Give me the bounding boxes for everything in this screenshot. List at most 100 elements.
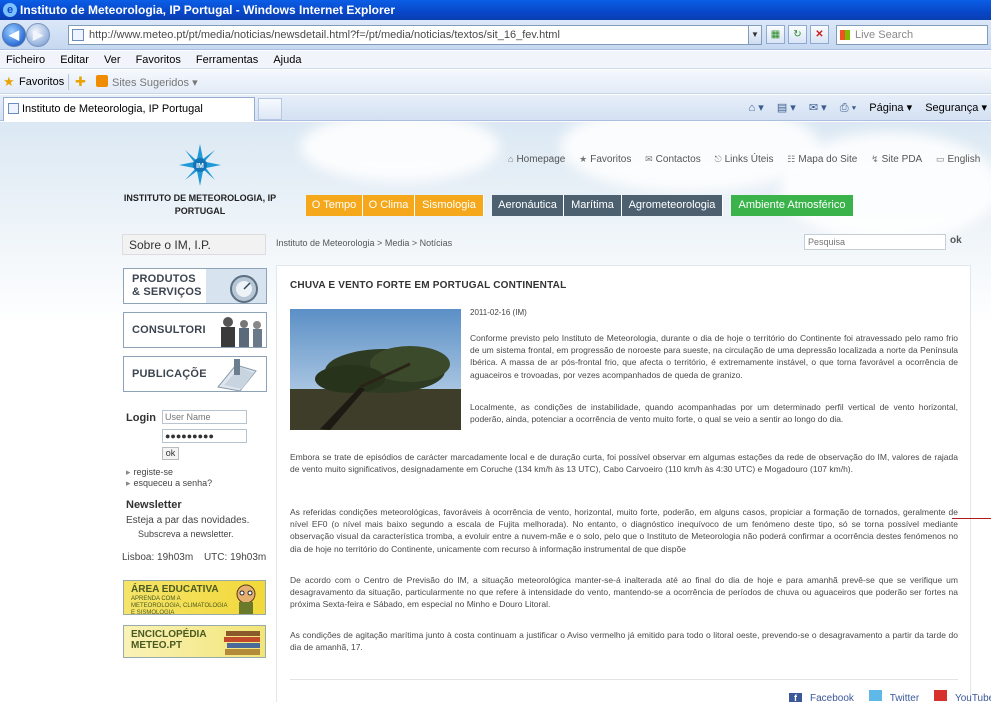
time-display: Lisboa: 19h03m UTC: 19h03m [122,552,268,563]
im-star-icon: IM [179,144,221,186]
useful-links-link[interactable]: ⎋ Links Úteis [714,154,773,165]
english-link[interactable]: ▭ English [936,154,980,165]
enciclopedia-title1: ENCICLOPÉDIA [131,629,207,640]
nav-maritima[interactable]: Marítima [564,195,622,216]
pda-site-label: Site PDA [881,154,923,165]
compatibility-view-icon[interactable]: ▦ [766,25,785,44]
web-page: IM INSTITUTO DE METEOROLOGIA, IP PORTUGA… [0,122,991,702]
im-logo[interactable]: IM INSTITUTO DE METEOROLOGIA, IP PORTUGA… [120,144,280,218]
menu-bar: Ficheiro Editar Ver Favoritos Ferramenta… [0,51,991,69]
forgot-password-link[interactable]: ▸ esqueceu a senha? [126,478,212,489]
home-icon[interactable]: ⌂ ▾ [749,99,764,117]
menu-favorites[interactable]: Favoritos [130,51,187,69]
contacts-label: Contactos [655,154,701,165]
nav-aeronautica[interactable]: Aeronáutica [492,195,564,216]
menu-view[interactable]: Ver [98,51,127,69]
window-title: Instituto de Meteorologia, IP Portugal -… [20,3,396,17]
page-menu[interactable]: Página ▾ [869,99,912,117]
nav-o-tempo[interactable]: O Tempo [306,195,363,216]
register-link[interactable]: ▸ registe-se [126,467,173,478]
favorites-label: Favoritos [590,154,632,165]
tab-meteo[interactable]: Instituto de Meteorologia, IP Portugal [3,97,255,121]
area-educativa-title: ÁREA EDUCATIVA [131,584,219,595]
facebook-link[interactable]: f Facebook [783,693,854,702]
security-menu[interactable]: Segurança ▾ [925,99,987,117]
tab-title: Instituto de Meteorologia, IP Portugal [22,103,203,115]
page-icon [72,29,84,41]
nav-o-clima[interactable]: O Clima [363,195,415,216]
nav-agrometeorologia[interactable]: Agrometeorologia [622,195,723,216]
menu-file[interactable]: Ficheiro [0,51,51,69]
article-title: CHUVA E VENTO FORTE EM PORTUGAL CONTINEN… [290,280,567,291]
home-icon: ⌂ [508,154,514,164]
utc-label: UTC: [203,552,228,563]
enciclopedia-banner[interactable]: ENCICLOPÉDIA METEO.PT [123,625,266,658]
feeds-icon[interactable]: ▤ ▾ [777,99,796,117]
url-text: http://www.meteo.pt/pt/media/noticias/ne… [89,29,560,41]
login-ok-button[interactable]: ok [162,447,179,460]
login-label: Login [126,412,156,424]
favorites-link[interactable]: ★ Favoritos [579,154,631,165]
address-toolbar: ◀ ▶ http://www.meteo.pt/pt/media/noticia… [0,20,991,50]
print-icon[interactable]: ⎙ ▾ [840,99,856,117]
publicacoes-label: PUBLICAÇÕES [132,368,215,380]
forgot-password-label: esqueceu a senha? [133,478,213,488]
favorites-button[interactable]: Favoritos [19,76,64,88]
suggested-sites-icon [96,75,108,87]
arrow-right-icon: ▸ [126,467,131,477]
sitemap-link[interactable]: ☷ Mapa do Site [787,154,857,165]
add-to-favorites-icon[interactable]: ✚ [75,74,86,90]
username-input[interactable] [162,410,247,424]
address-bar[interactable]: http://www.meteo.pt/pt/media/noticias/ne… [68,25,762,45]
envelope-icon: ✉ [645,154,653,164]
contacts-link[interactable]: ✉ Contactos [645,154,701,165]
books-icon [206,357,266,391]
homepage-link[interactable]: ⌂ Homepage [508,154,565,165]
pda-site-link[interactable]: ↯ Site PDA [871,154,922,165]
site-search-input[interactable] [804,234,946,250]
breadcrumb[interactable]: Instituto de Meteorologia > Media > Notí… [276,238,452,248]
mail-icon[interactable]: ✉ ▾ [809,99,827,117]
refresh-icon[interactable]: ↻ [788,25,807,44]
password-input[interactable] [162,429,247,443]
menu-edit[interactable]: Editar [54,51,95,69]
forward-button[interactable]: ▶ [26,23,50,47]
site-search-ok-button[interactable]: ok [950,235,962,246]
svg-text:IM: IM [196,163,204,170]
area-educativa-banner[interactable]: ÁREA EDUCATIVA APRENDA COM A METEOROLOGI… [123,580,266,616]
youtube-link[interactable]: YouTube [928,690,991,702]
sidebar-about-link[interactable]: Sobre o IM, I.P. [122,234,266,255]
favorites-star-icon[interactable]: ★ [3,75,15,88]
new-tab-button[interactable] [258,98,282,120]
suggested-sites-button[interactable]: Sites Sugeridos ▾ [112,76,198,89]
consultoria-button[interactable]: CONSULTORIA [123,312,267,348]
nav-ambiente-atmosferico[interactable]: Ambiente Atmosférico [731,195,854,216]
article-paragraph: Conforme previsto pelo Instituto de Mete… [470,333,958,380]
menu-help[interactable]: Ajuda [267,51,307,69]
produtos-servicos-button[interactable]: PRODUTOS & SERVIÇOS [123,268,267,304]
top-links: ⌂ Homepage ★ Favoritos ✉ Contactos ⎋ Links Ú… [508,154,991,165]
youtube-label: YouTube [954,693,991,702]
newsletter-text: Esteja a par das novidades. [126,515,250,526]
article-panel: CHUVA E VENTO FORTE EM PORTUGAL CONTINEN… [276,265,991,702]
windows-live-icon [840,30,850,40]
address-dropdown-button[interactable]: ▼ [748,25,762,45]
register-label: registe-se [133,467,174,477]
produtos-servicos-label: PRODUTOS & SERVIÇOS [132,273,202,299]
sitemap-label: Mapa do Site [798,154,858,165]
newsletter-section: Newsletter Esteja a par das novidades. S… [126,499,266,539]
utc-time: 19h03m [230,552,267,563]
live-search-input[interactable]: Live Search [836,25,988,45]
back-button[interactable]: ◀ [2,23,26,47]
menu-tools[interactable]: Ferramentas [190,51,264,69]
nav-sismologia[interactable]: Sismologia [415,195,484,216]
subscribe-newsletter-link[interactable]: Subscreva a newsletter. [126,529,266,539]
consultoria-label: CONSULTORIA [132,324,214,336]
annotation-line [952,518,991,519]
publicacoes-button[interactable]: PUBLICAÇÕES [123,356,267,392]
content-divider [290,679,958,680]
command-bar: ⌂ ▾ ▤ ▾ ✉ ▾ ⎙ ▾ Página ▾ Segurança ▾ [739,99,987,117]
stop-icon[interactable]: ✕ [810,25,829,44]
cloud-decoration [300,122,500,182]
twitter-link[interactable]: Twitter [863,690,919,702]
